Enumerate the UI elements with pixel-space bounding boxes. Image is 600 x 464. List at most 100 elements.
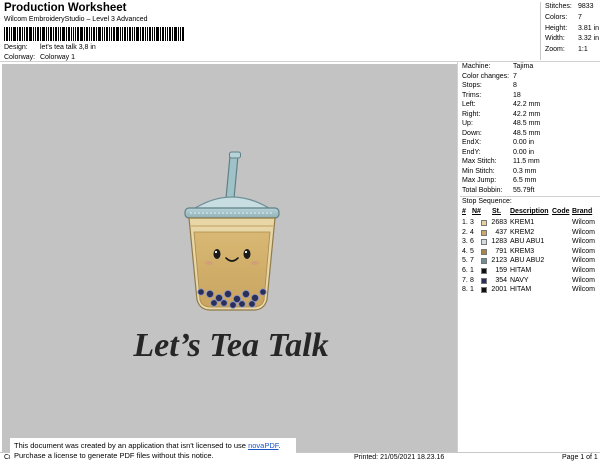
- barcode-bar: [182, 27, 184, 41]
- barcode-bar: [165, 27, 166, 41]
- machine-info-label: Trims:: [462, 91, 482, 99]
- barcode-bar: [37, 27, 39, 41]
- thread-color-swatch: [481, 268, 487, 274]
- stop-cell-brand: Wilcom: [572, 257, 595, 265]
- stop-cell-num: 7.: [462, 276, 468, 284]
- stop-cell-n: 4: [470, 228, 474, 236]
- barcode-bar: [152, 27, 153, 41]
- barcode-bar: [6, 27, 8, 41]
- stop-cell-num: 2.: [462, 228, 468, 236]
- barcode-bar: [134, 27, 135, 41]
- stop-cell-desc: KREM2: [510, 228, 535, 236]
- design-value: let's tea talk 3,8 in: [40, 44, 96, 51]
- barcode-bar: [40, 27, 41, 41]
- cup-body: [188, 217, 276, 311]
- barcode-bar: [73, 27, 74, 41]
- stop-cell-n: 5: [470, 247, 474, 255]
- barcode-bar: [96, 27, 97, 41]
- machine-info-value: 0.3 mm: [513, 167, 537, 175]
- machine-info-label: Up:: [462, 120, 473, 127]
- barcode-bar: [169, 27, 171, 41]
- stop-cell-num: 6.: [462, 267, 468, 274]
- thread-color-swatch: [481, 287, 487, 294]
- machine-info-value: Tajima: [513, 63, 534, 70]
- barcode-bar: [4, 27, 5, 41]
- worksheet-title: Production Worksheet: [4, 2, 127, 14]
- barcode-bar: [124, 27, 126, 41]
- machine-info-row: Machine: Tajima: [462, 63, 600, 71]
- barcode-bar: [55, 27, 57, 41]
- machine-info-label: Stops:: [462, 82, 482, 89]
- machine-info-row: Stops: 8: [462, 82, 600, 90]
- novapdf-line-2: Purchase a license to generate PDF files…: [14, 451, 214, 461]
- stop-cell-st: 791: [495, 247, 507, 255]
- machine-info-row: EndY: 0.00 in: [462, 149, 600, 157]
- stop-cell-st: 2123: [491, 257, 507, 265]
- machine-info-row: Down: 48.5 mm: [462, 130, 600, 138]
- barcode-bar: [145, 27, 146, 41]
- barcode-bar: [77, 27, 79, 41]
- stop-cell-st: 159: [495, 267, 507, 274]
- stop-header-cell: N#: [472, 208, 481, 215]
- info-divider: [460, 196, 600, 197]
- thread-color-swatch: [481, 239, 487, 246]
- stop-cell-brand: Wilcom: [572, 267, 595, 274]
- barcode-bar: [35, 27, 36, 41]
- machine-info-value: 6.5 mm: [513, 177, 537, 184]
- design-text: Let’s Tea Talk: [132, 327, 328, 364]
- barcode-bar: [93, 27, 95, 41]
- machine-info-label: Down:: [462, 129, 482, 137]
- machine-info-label: Total Bobbin:: [462, 186, 503, 194]
- barcode-bar: [46, 27, 47, 41]
- barcode-bar: [11, 27, 12, 41]
- barcode-bar: [22, 27, 23, 41]
- barcode-bar: [154, 27, 155, 41]
- zoom-label: Zoom:: [545, 46, 565, 53]
- barcode-bar: [19, 27, 21, 41]
- stop-cell-num: 3.: [462, 238, 468, 246]
- colors-value: 7: [578, 14, 582, 21]
- novapdf-link[interactable]: novaPDF: [248, 441, 278, 450]
- barcode-bar: [142, 27, 144, 41]
- stop-cell-num: 8.: [462, 286, 468, 294]
- barcode-bar: [140, 27, 141, 41]
- machine-info-value: 55.79ft: [513, 186, 535, 194]
- barcode-bar: [116, 27, 119, 41]
- colors-label: Colors:: [545, 14, 568, 21]
- barcode-bar: [9, 27, 10, 41]
- machine-info-label: Max Stitch:: [462, 158, 497, 165]
- thread-color-swatch: [481, 277, 487, 284]
- barcode-bar: [24, 27, 25, 41]
- machine-info-label: EndY:: [462, 148, 481, 156]
- thread-color-swatch: [481, 248, 487, 255]
- barcode-bar: [75, 27, 76, 41]
- machine-info-row: Right: 42.2 mm: [462, 111, 600, 119]
- barcode-bar: [149, 27, 151, 41]
- machine-info-row: Up: 48.5 mm: [462, 120, 600, 128]
- barcode-bar: [53, 27, 54, 41]
- barcode-bar: [60, 27, 61, 41]
- stop-cell-brand: Wilcom: [572, 238, 595, 246]
- stop-header-cell: #: [462, 208, 466, 215]
- design-label: Design:: [4, 44, 28, 51]
- machine-info-value: 0.00 in: [513, 148, 535, 156]
- summary-box: Stitches: 9833 Colors: 7 Height: 3.81 in Wi…: [540, 2, 599, 60]
- thread-color-swatch: [481, 229, 487, 236]
- novapdf-notice: This document was created by an applicat…: [10, 438, 296, 464]
- stop-header-cell: Description: [510, 208, 549, 215]
- panel-divider: [457, 62, 458, 452]
- stitches-value: 9833: [578, 3, 594, 10]
- design-preview: Let’s Tea Talk: [2, 64, 457, 452]
- stop-cell-num: 4.: [462, 247, 468, 255]
- barcode-bar: [42, 27, 45, 41]
- worksheet-subtitle: Wilcom EmbroideryStudio – Level 3 Advanc…: [4, 16, 148, 23]
- machine-info-row: Left: 42.2 mm: [462, 101, 600, 109]
- barcode-bar: [13, 27, 16, 41]
- stop-cell-num: 1.: [462, 219, 468, 226]
- barcode-bar: [29, 27, 32, 41]
- stop-cell-st: 2683: [491, 219, 507, 226]
- barcode-bar: [120, 27, 121, 41]
- page-number: Page 1 of 1: [562, 454, 598, 461]
- barcode-bar: [132, 27, 133, 41]
- barcode-bar: [178, 27, 179, 41]
